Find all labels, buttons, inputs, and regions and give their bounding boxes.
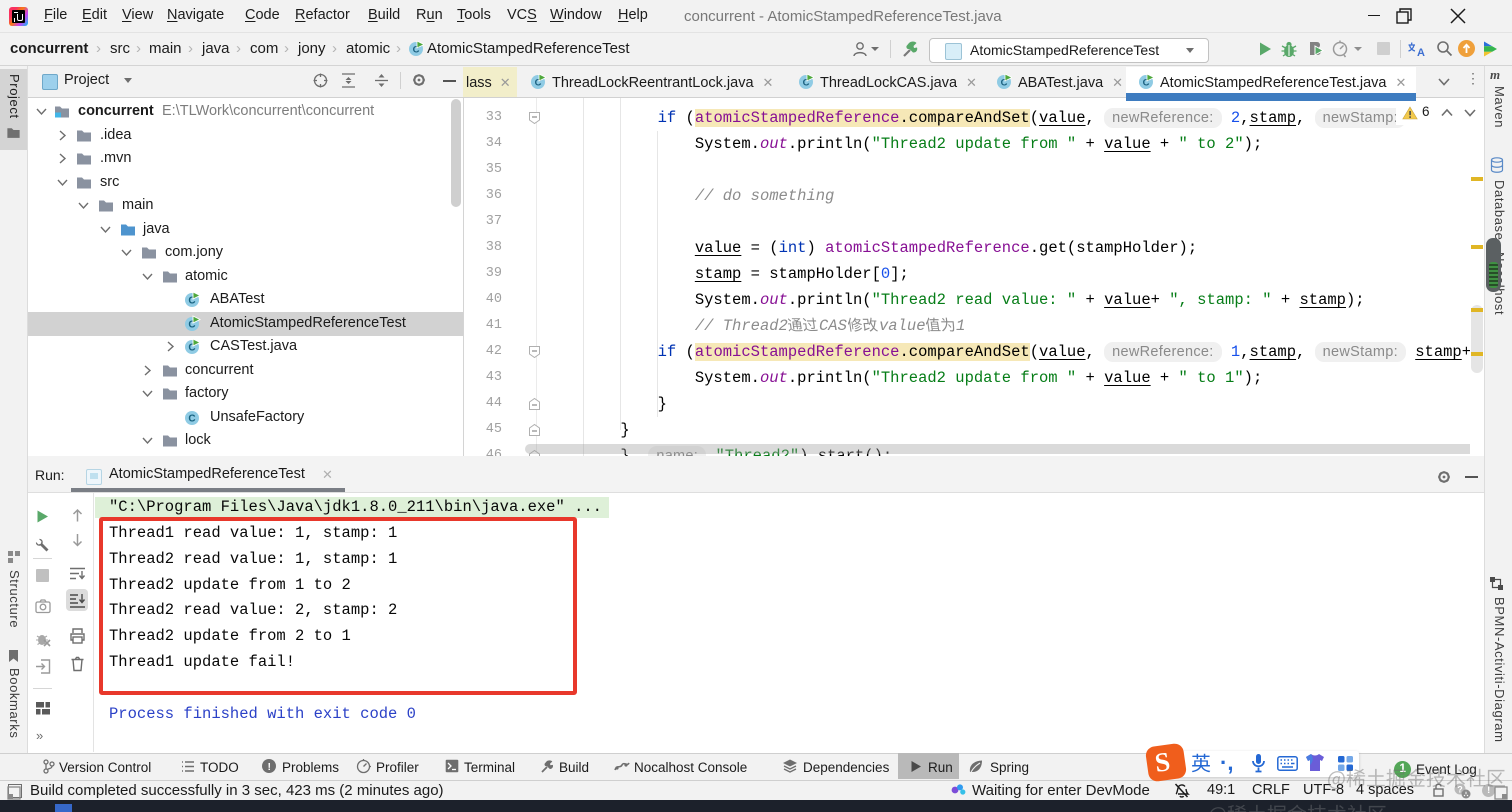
svg-text:A: A <box>1417 47 1425 58</box>
